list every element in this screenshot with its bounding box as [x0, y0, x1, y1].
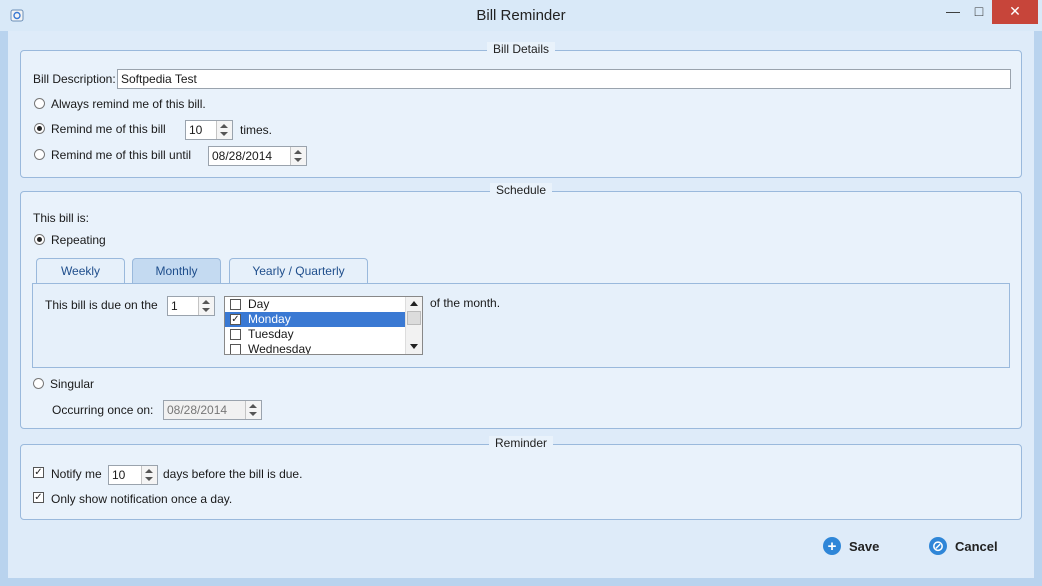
scroll-up-icon[interactable] — [410, 301, 418, 306]
singular-radio[interactable] — [33, 378, 44, 389]
spin-down-icon — [202, 308, 210, 312]
day-label: Day — [248, 297, 270, 311]
monday-checkbox[interactable]: ✓ — [230, 314, 241, 325]
bill-description-label: Bill Description: — [33, 72, 116, 86]
occurring-once-label: Occurring once on: — [52, 403, 154, 417]
remind-times-radio[interactable] — [34, 123, 45, 134]
occurring-spin-buttons[interactable] — [245, 401, 261, 419]
schedule-title: Schedule — [489, 183, 553, 197]
remind-until-radio[interactable] — [34, 149, 45, 160]
this-bill-is-label: This bill is: — [33, 211, 90, 225]
times-spin-buttons[interactable] — [216, 121, 232, 139]
tuesday-checkbox[interactable] — [230, 329, 241, 340]
wednesday-checkbox[interactable] — [230, 344, 241, 354]
repeating-label: Repeating — [51, 233, 106, 247]
list-item-monday[interactable]: ✓ Monday — [225, 312, 405, 327]
occurring-date-picker[interactable]: 08/28/2014 — [163, 400, 262, 420]
window-title: Bill Reminder — [476, 7, 566, 24]
cancel-button[interactable]: ⊘ Cancel — [929, 534, 998, 558]
save-button[interactable]: + Save — [823, 534, 879, 558]
reminder-title: Reminder — [488, 436, 554, 450]
wednesday-label: Wednesday — [248, 342, 312, 355]
once-a-day-checkbox[interactable]: ✓ — [33, 492, 44, 503]
bill-description-input[interactable]: Softpedia Test — [117, 69, 1011, 89]
cancel-label: Cancel — [955, 538, 998, 554]
tab-weekly[interactable]: Weekly — [36, 258, 125, 284]
listbox-scrollbar[interactable] — [405, 297, 422, 354]
list-item-tuesday[interactable]: Tuesday — [225, 327, 405, 342]
spin-down-icon — [145, 477, 153, 481]
times-value: 10 — [189, 123, 203, 137]
list-item-wednesday[interactable]: Wednesday — [225, 342, 405, 355]
title-bar: Bill Reminder — □ ✕ — [0, 0, 1042, 31]
until-date-value: 08/28/2014 — [212, 149, 273, 163]
notify-spin-buttons[interactable] — [141, 466, 157, 484]
spin-down-icon — [294, 158, 302, 162]
repeating-radio[interactable] — [34, 234, 45, 245]
until-spin-buttons[interactable] — [290, 147, 306, 165]
notify-suffix: days before the bill is due. — [163, 467, 303, 481]
spin-up-icon — [249, 404, 257, 408]
reminder-group: Reminder ✓ Notify me 10 days before the … — [20, 436, 1022, 520]
close-button[interactable]: ✕ — [992, 0, 1038, 24]
due-on-label: This bill is due on the — [45, 298, 158, 312]
times-stepper[interactable]: 10 — [185, 120, 233, 140]
cancel-icon: ⊘ — [929, 537, 947, 555]
list-item-day[interactable]: Day — [225, 297, 405, 312]
always-remind-label: Always remind me of this bill. — [51, 97, 206, 111]
tuesday-label: Tuesday — [248, 327, 294, 341]
monthly-tab-panel: This bill is due on the 1 Day ✓ Monday T… — [32, 283, 1010, 368]
weekday-listbox[interactable]: Day ✓ Monday Tuesday Wednesday — [224, 296, 423, 355]
plus-icon: + — [823, 537, 841, 555]
until-date-picker[interactable]: 08/28/2014 — [208, 146, 307, 166]
save-label: Save — [849, 538, 880, 554]
always-remind-radio[interactable] — [34, 98, 45, 109]
bill-details-group: Bill Details Bill Description: Softpedia… — [20, 42, 1022, 178]
monday-label: Monday — [248, 312, 291, 326]
day-checkbox[interactable] — [230, 299, 241, 310]
notify-days-stepper[interactable]: 10 — [108, 465, 158, 485]
spin-down-icon — [220, 132, 228, 136]
due-day-stepper[interactable]: 1 — [167, 296, 215, 316]
spin-down-icon — [249, 412, 257, 416]
spin-up-icon — [220, 124, 228, 128]
singular-label: Singular — [50, 377, 95, 391]
due-day-spin-buttons[interactable] — [198, 297, 214, 315]
maximize-button[interactable]: □ — [966, 0, 992, 24]
dialog-body: Bill Details Bill Description: Softpedia… — [8, 31, 1034, 578]
bill-details-title: Bill Details — [486, 42, 555, 56]
notify-days-value: 10 — [112, 468, 126, 482]
spin-up-icon — [202, 300, 210, 304]
notify-label: Notify me — [51, 467, 102, 481]
tab-yearly-quarterly[interactable]: Yearly / Quarterly — [229, 258, 368, 284]
tab-monthly[interactable]: Monthly — [132, 258, 221, 284]
due-day-value: 1 — [171, 299, 178, 313]
minimize-button[interactable]: — — [940, 0, 966, 24]
spin-up-icon — [145, 469, 153, 473]
remind-times-label: Remind me of this bill — [51, 122, 166, 136]
occurring-date-value: 08/28/2014 — [167, 403, 228, 417]
once-a-day-label: Only show notification once a day. — [51, 492, 233, 506]
remind-until-label: Remind me of this bill until — [51, 148, 192, 162]
spin-up-icon — [294, 150, 302, 154]
scroll-down-icon[interactable] — [410, 344, 418, 349]
notify-checkbox[interactable]: ✓ — [33, 467, 44, 478]
scroll-thumb[interactable] — [407, 311, 421, 325]
times-suffix: times. — [240, 123, 273, 137]
of-the-month-label: of the month. — [430, 296, 501, 310]
